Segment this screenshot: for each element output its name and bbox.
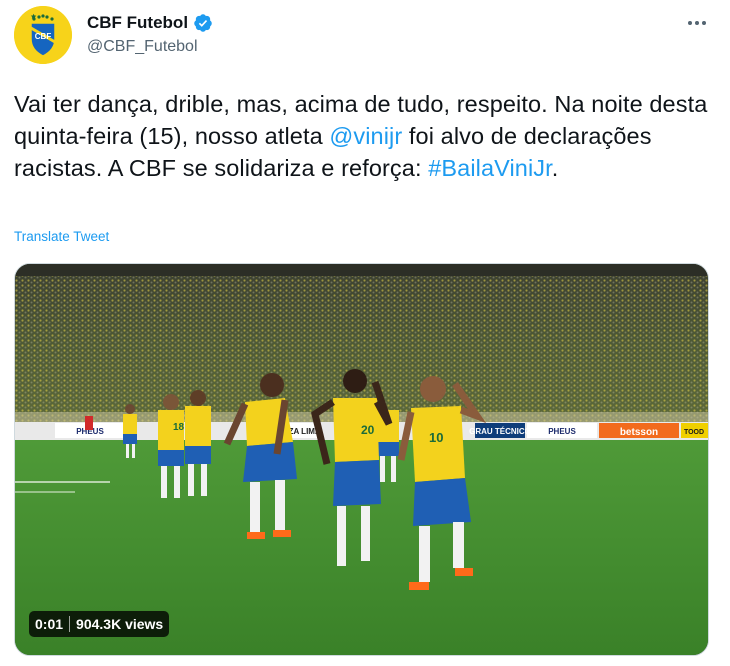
tweet-text: Vai ter dança, drible, mas, acima de tud… [14,88,714,184]
video-frame: PHEUS SOUZA LIMA GRAU TÉCNICO PHEUS bets… [15,264,708,655]
jersey-number-back: 18 [173,422,185,433]
ad-board-3: GRAU TÉCNICO [469,427,531,436]
mention-link[interactable]: @vinijr [329,123,402,149]
tweet: CBF CBF Futebol @CBF_Futebol Vai ter dan… [0,0,730,666]
video-timestamp: 0:01 [35,616,64,632]
ad-board-6: TOOD [684,429,704,436]
more-options-button[interactable] [686,12,708,40]
video-player[interactable]: PHEUS SOUZA LIMA GRAU TÉCNICO PHEUS bets… [14,263,709,656]
verified-badge-icon [194,14,212,32]
view-count: 904.3K views [76,616,164,632]
avatar-text: CBF [35,32,52,41]
translate-tweet-link[interactable]: Translate Tweet [14,229,109,244]
hashtag-link[interactable]: #BailaViniJr [428,155,552,181]
jersey-number-center: 20 [361,423,375,437]
handle[interactable]: @CBF_Futebol [87,38,213,56]
more-horizontal-icon [688,21,706,25]
author-info: CBF Futebol @CBF_Futebol [87,12,213,56]
ad-board-4: PHEUS [548,427,576,436]
jersey-number-right: 10 [429,430,443,445]
tweet-text-segment: . [551,155,559,181]
video-info-badge: 0:01 904.3K views [29,611,170,637]
avatar[interactable]: CBF [14,6,72,64]
cbf-crest-icon: CBF [14,6,72,64]
display-name[interactable]: CBF Futebol [87,13,188,33]
ad-board-5: betsson [620,427,658,438]
